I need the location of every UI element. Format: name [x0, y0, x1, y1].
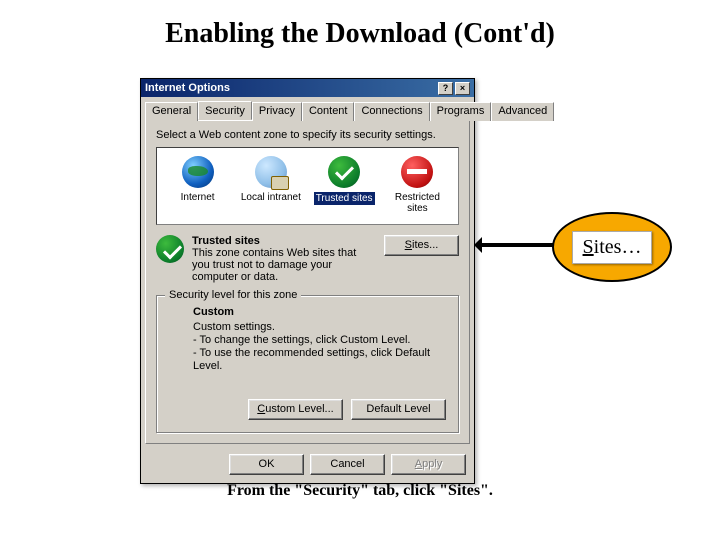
zone-local-intranet[interactable]: Local intranet [240, 156, 302, 220]
zone-list: Internet Local intranet Trusted sites Re… [156, 147, 459, 225]
callout-label: Sites… [572, 231, 653, 264]
sites-button[interactable]: Sites... [384, 235, 459, 256]
restricted-icon [401, 156, 433, 188]
default-level-button[interactable]: Default Level [351, 399, 446, 420]
tab-general[interactable]: General [145, 102, 198, 121]
tab-programs[interactable]: Programs [430, 102, 492, 121]
zone-label: Restricted sites [395, 192, 440, 214]
apply-button[interactable]: Apply [391, 454, 466, 475]
tab-security[interactable]: Security [198, 101, 252, 120]
level-line3: - To use the recommended settings, click… [193, 347, 446, 373]
level-name: Custom [193, 306, 446, 319]
slide-caption: From the "Security" tab, click "Sites". [0, 482, 720, 500]
trusted-description: Trusted sites This zone contains Web sit… [192, 235, 376, 283]
level-line2: - To change the settings, click Custom L… [193, 334, 446, 347]
tab-content[interactable]: Content [302, 102, 355, 121]
check-icon [156, 235, 184, 263]
callout-arrow [476, 243, 556, 247]
tab-advanced[interactable]: Advanced [491, 102, 554, 121]
level-line1: Custom settings. [193, 321, 446, 334]
dialog-button-row: OK Cancel Apply [141, 448, 474, 483]
zone-internet[interactable]: Internet [167, 156, 229, 220]
ok-button[interactable]: OK [229, 454, 304, 475]
dialog-title: Internet Options [145, 82, 230, 94]
tab-privacy[interactable]: Privacy [252, 102, 302, 121]
trusted-heading: Trusted sites [192, 235, 376, 247]
slide-title: Enabling the Download (Cont'd) [0, 0, 720, 50]
close-icon[interactable]: × [455, 82, 470, 95]
security-level-group: Security level for this zone Custom Cust… [156, 295, 459, 433]
zone-restricted-sites[interactable]: Restricted sites [386, 156, 448, 220]
help-icon[interactable]: ? [438, 82, 453, 95]
trusted-desc-text: This zone contains Web sites that you tr… [192, 247, 356, 283]
cancel-button[interactable]: Cancel [310, 454, 385, 475]
custom-level-button[interactable]: Custom Level... [248, 399, 343, 420]
zone-trusted-sites[interactable]: Trusted sites [313, 156, 375, 220]
zone-label: Local intranet [241, 192, 301, 203]
security-level-legend: Security level for this zone [165, 289, 301, 301]
globe-icon [182, 156, 214, 188]
internet-options-dialog: Internet Options ? × General Security Pr… [140, 78, 475, 484]
tabstrip: General Security Privacy Content Connect… [141, 97, 474, 120]
callout-oval: Sites… [552, 212, 672, 282]
intranet-icon [255, 156, 287, 188]
zone-label: Trusted sites [314, 192, 375, 205]
check-icon [328, 156, 360, 188]
zone-label: Internet [181, 192, 215, 203]
tab-connections[interactable]: Connections [354, 102, 429, 121]
titlebar: Internet Options ? × [141, 79, 474, 97]
zone-instruction: Select a Web content zone to specify its… [156, 129, 459, 141]
security-tabpanel: Select a Web content zone to specify its… [145, 120, 470, 444]
